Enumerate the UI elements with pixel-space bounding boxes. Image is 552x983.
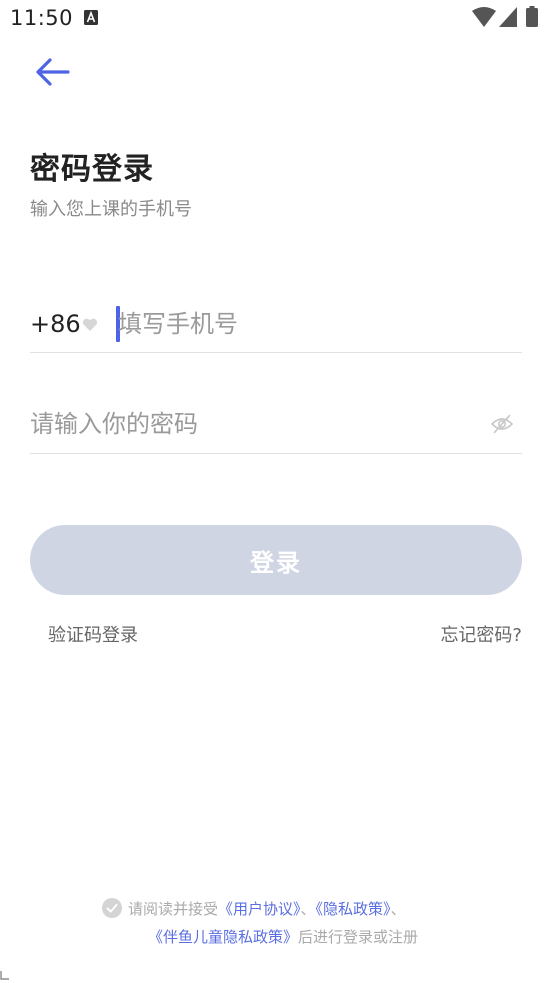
page-subtitle: 输入您上课的手机号 (30, 199, 192, 220)
arrow-left-icon (36, 58, 70, 86)
eye-off-icon[interactable] (490, 413, 514, 435)
privacy-policy-link[interactable]: 《隐私政策》 (316, 900, 391, 918)
user-agreement-link[interactable]: 《用户协议》 (218, 900, 301, 918)
a-notification-icon (84, 10, 98, 25)
login-page: 11:50 密码登录 输入您上课的手机号 +86 填写手机号 登录 验证码登录 … (0, 0, 552, 983)
back-button[interactable] (30, 52, 76, 92)
battery-icon (526, 6, 538, 27)
child-privacy-policy-link[interactable]: 《伴鱼儿童隐私政策》 (148, 928, 298, 946)
page-title: 密码登录 (30, 152, 154, 187)
login-button[interactable]: 登录 (30, 525, 522, 595)
password-field-row (30, 398, 522, 454)
agreement-prefix: 请阅读并接受 (128, 900, 219, 918)
agreement-suffix: 后进行登录或注册 (298, 928, 419, 946)
password-input[interactable] (30, 404, 470, 444)
phone-field-row: +86 (30, 296, 522, 353)
wifi-icon (472, 7, 496, 27)
agreement-separator: 、 (390, 900, 406, 918)
agreement-line-2: 《伴鱼儿童隐私政策》后进行登录或注册 (148, 923, 418, 952)
heart-dropdown-icon[interactable] (82, 318, 98, 332)
signal-icon (499, 7, 517, 27)
sms-login-link[interactable]: 验证码登录 (48, 621, 138, 647)
agreement-line-1: 请阅读并接受《用户协议》、《隐私政策》、 (102, 895, 406, 924)
agreement-separator: 、 (300, 900, 316, 918)
check-circle-icon[interactable] (102, 898, 122, 918)
country-code-selector[interactable]: +86 (30, 310, 81, 338)
status-bar: 11:50 (0, 0, 552, 38)
status-time: 11:50 (10, 6, 74, 30)
phone-input[interactable] (118, 304, 508, 344)
corner-arrow-icon (0, 971, 9, 980)
forgot-password-link[interactable]: 忘记密码? (440, 621, 522, 647)
